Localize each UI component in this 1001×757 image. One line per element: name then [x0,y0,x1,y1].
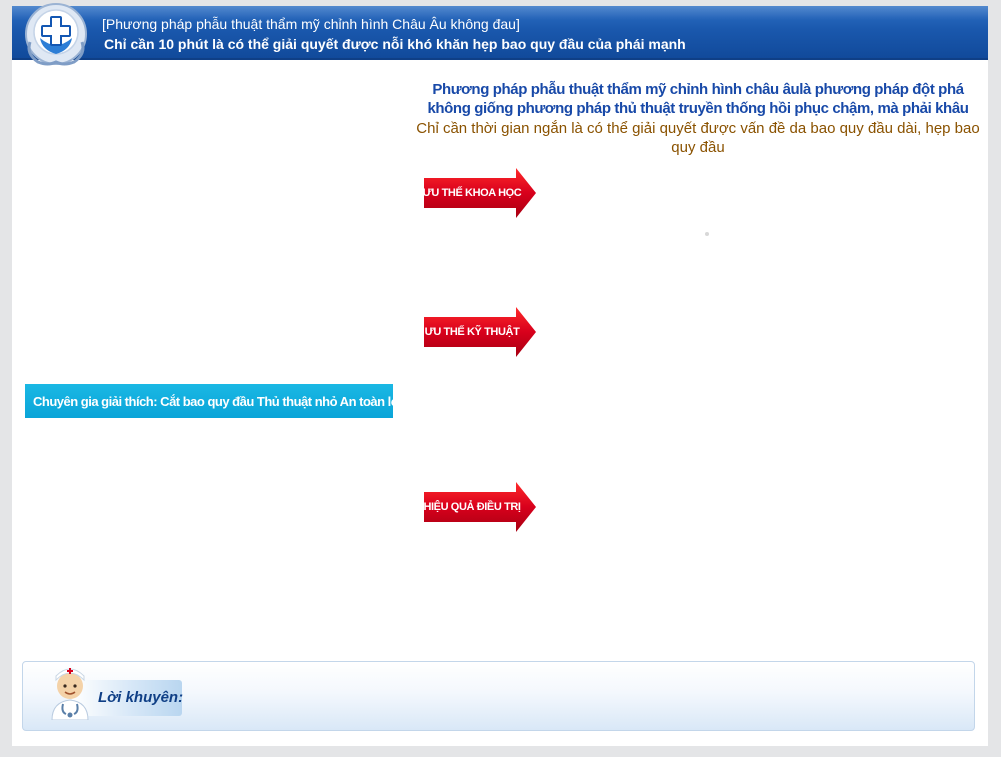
section-label: ƯU THẾ KHOA HỌC [422,187,522,199]
header-title: Chỉ cần 10 phút là có thể giải quyết đượ… [104,36,686,52]
section-label: HIỆU QUẢ ĐIỀU TRỊ [423,501,521,513]
intro-subline: Chỉ cần thời gian ngắn là có thể giải qu… [416,120,980,156]
advice-label: Lời khuyên: [98,689,184,706]
expert-explanation-bar[interactable]: Chuyên gia giải thích: Cắt bao quy đầu T… [25,384,407,418]
medical-cross-shield-icon [18,2,96,68]
section-arrow-scientific[interactable]: ƯU THẾ KHOA HỌC [422,168,536,218]
header-subtitle: [Phương pháp phẫu thuật thẩm mỹ chỉnh hì… [102,16,520,32]
decorative-dot [705,232,709,236]
section-arrow-results[interactable]: HIỆU QUẢ ĐIỀU TRỊ [423,482,536,532]
section-label: ƯU THẾ KỸ THUẬT [424,326,520,338]
doctor-avatar-icon [46,664,94,721]
intro-headline: Phương pháp phẫu thuật thẩm mỹ chỉnh hìn… [427,81,969,117]
section-arrow-technical[interactable]: ƯU THẾ KỸ THUẬT [424,307,536,357]
